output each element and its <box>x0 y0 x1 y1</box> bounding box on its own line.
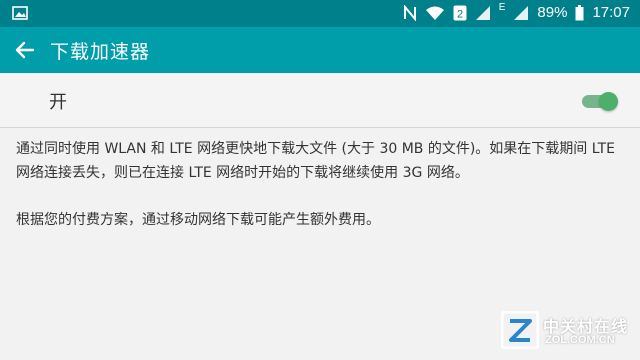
description-paragraph-2: 根据您的付费方案，通过移动网络下载可能产生额外费用。 <box>16 212 380 228</box>
nfc-icon <box>403 4 417 21</box>
download-booster-switch[interactable] <box>582 92 618 111</box>
toggle-label: 开 <box>49 92 67 113</box>
clock: 17:07 <box>592 4 630 21</box>
switch-thumb <box>599 92 618 111</box>
wifi-icon <box>425 5 445 21</box>
watermark-en: ZOL.COM.CN <box>545 334 615 346</box>
image-icon <box>12 6 28 20</box>
download-booster-toggle-row[interactable]: 开 <box>0 73 640 127</box>
app-bar: 下载加速器 <box>0 27 640 73</box>
battery-percent: 89% <box>537 4 568 21</box>
divider <box>0 127 640 128</box>
zol-logo-icon <box>500 310 540 350</box>
status-bar: 2 E 89% 17:07 <box>0 0 640 27</box>
signal-icon-2 <box>513 5 529 21</box>
arrow-left-icon[interactable] <box>12 37 38 63</box>
description: 通过同时使用 WLAN 和 LTE 网络更快地下载大文件 (大于 30 MB 的… <box>16 137 626 255</box>
page-title: 下载加速器 <box>50 41 151 63</box>
battery-icon <box>575 4 584 21</box>
description-paragraph-1: 通过同时使用 WLAN 和 LTE 网络更快地下载大文件 (大于 30 MB 的… <box>16 141 616 181</box>
mobile-data-icon: E <box>499 2 506 13</box>
signal-icon <box>475 5 491 21</box>
sim-label: 2 <box>457 8 463 20</box>
sim2-icon: 2 <box>453 5 467 21</box>
zol-watermark: 中关村在线 ZOL.COM.CN <box>500 310 631 353</box>
mobile-data-label: E <box>498 2 506 13</box>
